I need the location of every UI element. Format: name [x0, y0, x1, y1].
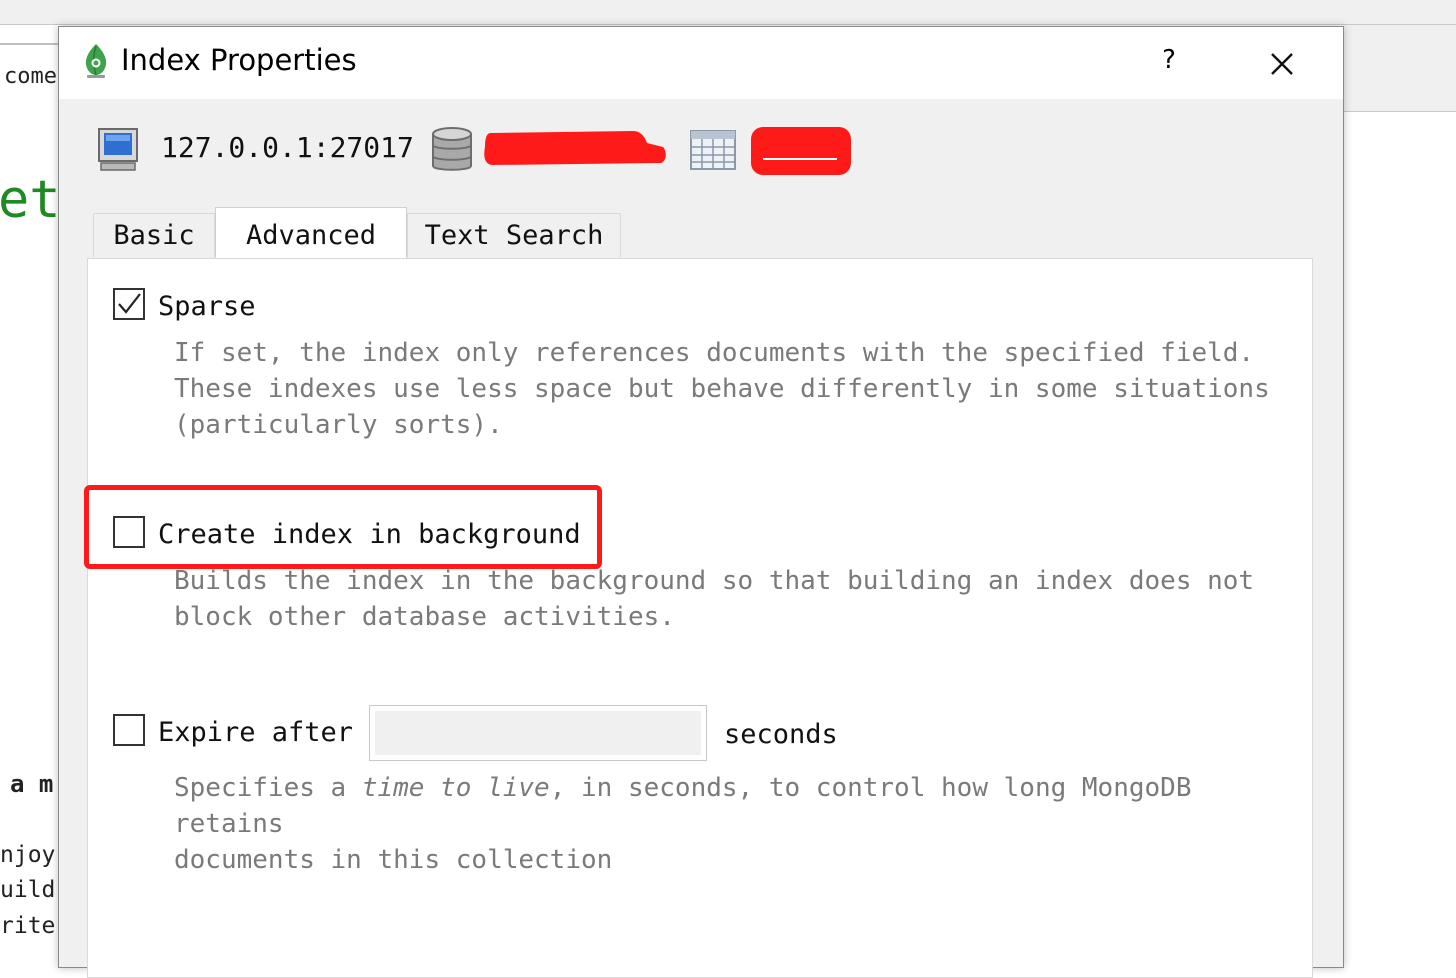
dialog-title: Index Properties [121, 43, 357, 77]
background-checkbox[interactable] [113, 516, 145, 548]
database-icon [432, 127, 472, 171]
seconds-unit-label: seconds [724, 719, 838, 750]
server-monitor-icon [98, 128, 138, 171]
close-icon[interactable] [1267, 49, 1297, 79]
expire-seconds-input[interactable] [375, 711, 701, 755]
background-text: rite [0, 913, 56, 939]
help-button[interactable]: ? [1149, 45, 1189, 75]
background-text: come [4, 64, 57, 89]
advanced-options-panel: Sparse If set, the index only references… [84, 258, 1313, 978]
expire-checkbox[interactable] [113, 714, 145, 746]
expire-label[interactable]: Expire after [158, 717, 353, 748]
background-divider [0, 43, 60, 45]
expire-description-emphasis: time to live [361, 773, 550, 803]
background-description: Builds the index in the background so th… [174, 566, 1255, 632]
background-app-toolbar [0, 0, 1456, 25]
background-text: njoy [0, 842, 56, 868]
sparse-description: If set, the index only references docume… [174, 338, 1270, 440]
expire-seconds-input-frame [369, 705, 707, 761]
database-name-redacted [484, 131, 666, 165]
connection-info-row: 127.0.0.1:27017 [59, 117, 1343, 177]
sparse-checkbox[interactable] [113, 288, 145, 320]
background-app-panel [1343, 25, 1456, 112]
tab-text-search[interactable]: Text Search [407, 213, 621, 257]
tab-advanced[interactable]: Advanced [215, 207, 407, 259]
expire-description: Specifies a time to live, in seconds, to… [174, 770, 1294, 878]
expire-description-pre: Specifies a [174, 773, 362, 803]
connection-host: 127.0.0.1:27017 [161, 131, 414, 164]
collection-table-icon [690, 130, 736, 170]
checkmark-icon [118, 293, 141, 314]
tab-basic[interactable]: Basic [93, 213, 215, 257]
background-heading: et [0, 170, 61, 230]
index-properties-dialog: Index Properties ? 127.0.0.1:27017 Basic… [58, 26, 1344, 978]
collection-name-redacted [751, 127, 851, 175]
background-text: a m [10, 770, 54, 798]
background-label[interactable]: Create index in background [158, 519, 581, 550]
mongodb-leaf-icon [85, 44, 107, 78]
sparse-label[interactable]: Sparse [158, 291, 256, 322]
background-text: uild [0, 877, 56, 903]
dialog-titlebar[interactable]: Index Properties ? [59, 27, 1343, 99]
